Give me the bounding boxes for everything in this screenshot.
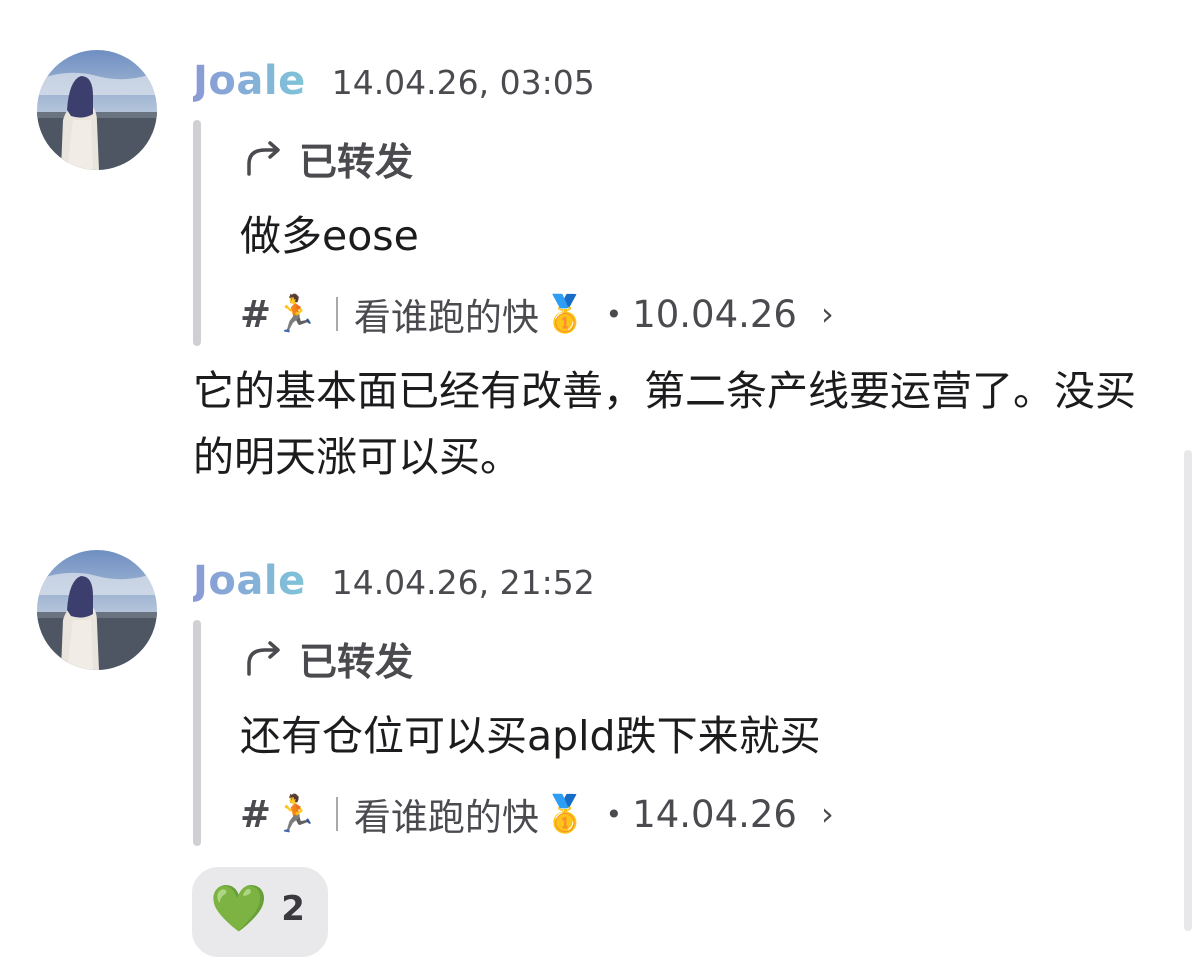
hash-icon: # xyxy=(240,792,272,836)
avatar[interactable] xyxy=(37,50,157,170)
medal-emoji: 🥇 xyxy=(542,794,588,835)
chevron-right-icon: › xyxy=(820,795,834,833)
source-date: 14.04.26 xyxy=(632,792,797,836)
source-date: 10.04.26 xyxy=(632,292,797,336)
message-timestamp: 14.04.26, 21:52 xyxy=(331,563,595,602)
chevron-right-icon: › xyxy=(820,295,834,333)
forwarded-text: 已转发 xyxy=(299,139,414,184)
sender-name[interactable]: Joale xyxy=(193,558,306,604)
divider xyxy=(335,797,338,831)
runner-emoji: 🏃 xyxy=(273,294,318,335)
sender-name[interactable]: Joale xyxy=(193,58,306,104)
source-channel-name: 看谁跑的快 xyxy=(353,296,539,339)
separator-dot: • xyxy=(605,297,623,331)
avatar-photo xyxy=(37,550,157,670)
message-header: Joale 14.04.26, 21:52 xyxy=(193,558,595,618)
separator-dot: • xyxy=(605,797,623,831)
runner-emoji: 🏃 xyxy=(273,794,318,835)
hash-icon: # xyxy=(240,292,272,336)
message-header: Joale 14.04.26, 03:05 xyxy=(193,58,595,118)
avatar[interactable] xyxy=(37,550,157,670)
forward-quote-bar xyxy=(193,120,201,346)
source-channel-name: 看谁跑的快 xyxy=(353,796,539,839)
medal-emoji: 🥇 xyxy=(542,294,588,335)
forward-source-link[interactable]: # 🏃 看谁跑的快 🥇 • 10.04.26 › xyxy=(240,286,834,342)
forwarded-message-text: 还有仓位可以买apld跌下来就买 xyxy=(240,712,821,760)
reaction-button[interactable]: 💚 2 xyxy=(192,867,328,957)
green-heart-icon: 💚 xyxy=(210,881,268,935)
forwarded-label: 已转发 xyxy=(243,130,413,186)
forward-arrow-icon xyxy=(247,141,280,176)
message-body: 它的基本面已经有改善，第二条产线要运营了。没买的明天涨可以买。 xyxy=(193,367,1136,481)
forwarded-text: 已转发 xyxy=(299,639,414,684)
forward-arrow-icon xyxy=(247,641,280,676)
scrollbar[interactable] xyxy=(1184,450,1192,931)
forwarded-label: 已转发 xyxy=(243,630,413,686)
divider xyxy=(335,297,338,331)
forward-source-link[interactable]: # 🏃 看谁跑的快 🥇 • 14.04.26 › xyxy=(240,786,834,842)
message-timestamp: 14.04.26, 03:05 xyxy=(331,63,595,102)
avatar-photo xyxy=(37,50,157,170)
forwarded-message-text: 做多eose xyxy=(240,212,419,260)
reaction-count: 2 xyxy=(281,889,305,929)
forward-quote-bar xyxy=(193,620,201,846)
